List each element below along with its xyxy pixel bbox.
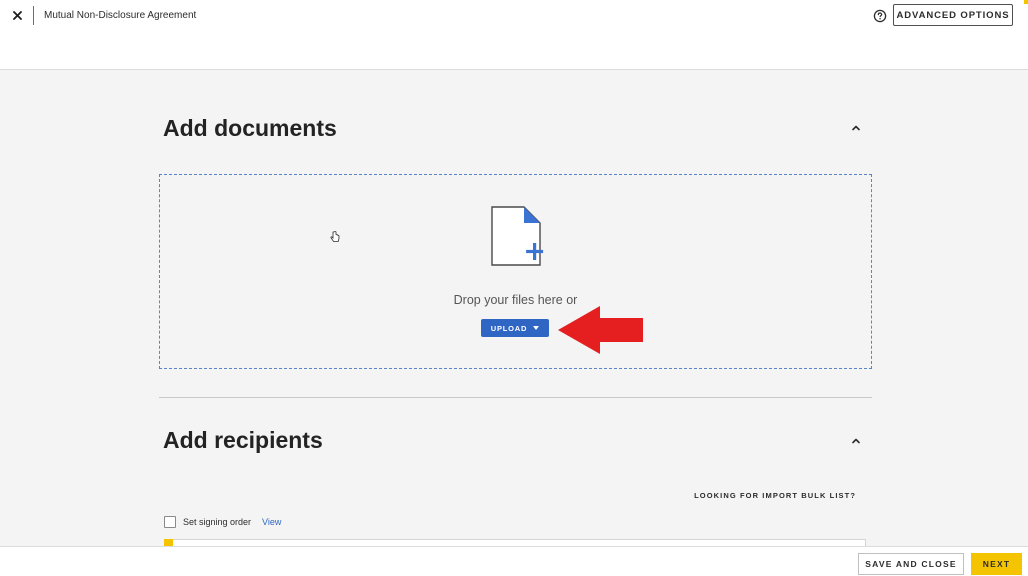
help-icon[interactable]: [873, 9, 887, 23]
document-title: Mutual Non-Disclosure Agreement: [44, 10, 197, 21]
signing-order-label: Set signing order: [183, 517, 252, 527]
add-recipients-title: Add recipients: [163, 427, 323, 453]
signing-order-checkbox[interactable]: [164, 516, 176, 528]
drop-files-text: Drop your files here or: [453, 293, 578, 307]
advanced-options-button[interactable]: ADVANCED OPTIONS: [893, 4, 1013, 26]
import-bulk-list-link[interactable]: LOOKING FOR IMPORT BULK LIST?: [690, 491, 856, 500]
next-button[interactable]: NEXT: [971, 553, 1022, 575]
hand-cursor-icon: [330, 231, 340, 242]
file-drop-zone[interactable]: Drop your files here or UPLOAD: [159, 174, 872, 369]
top-header: Mutual Non-Disclosure Agreement ADVANCED…: [0, 0, 1028, 70]
footer-bar: SAVE AND CLOSE NEXT: [0, 546, 1028, 576]
close-icon: [12, 10, 22, 20]
collapse-documents-chevron-up-icon[interactable]: [850, 122, 862, 134]
section-divider: [159, 397, 872, 398]
red-arrow-icon: [558, 306, 643, 354]
caret-down-icon: [533, 326, 540, 330]
upload-button-label: UPLOAD: [490, 323, 528, 333]
header-divider: [33, 6, 34, 25]
corner-accent: [1024, 0, 1028, 4]
add-documents-title: Add documents: [163, 115, 337, 141]
close-button[interactable]: [8, 6, 26, 24]
save-and-close-button[interactable]: SAVE AND CLOSE: [858, 553, 964, 575]
collapse-recipients-chevron-up-icon[interactable]: [850, 435, 862, 447]
file-add-icon: [491, 206, 544, 266]
view-link[interactable]: View: [262, 517, 281, 527]
upload-button[interactable]: UPLOAD: [481, 319, 549, 337]
